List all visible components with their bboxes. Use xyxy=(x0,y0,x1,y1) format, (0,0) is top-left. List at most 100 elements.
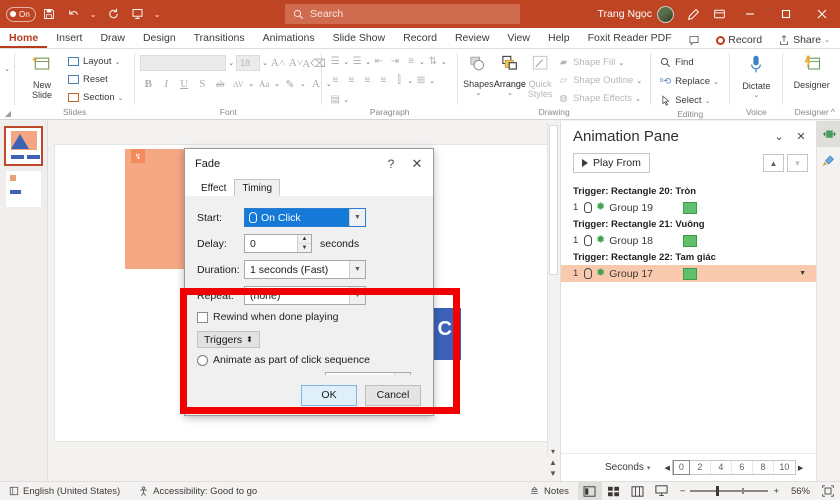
rewind-checkbox[interactable] xyxy=(197,311,208,323)
dialog-tab-timing[interactable]: Timing xyxy=(234,179,281,196)
vertical-scrollbar-thumb[interactable] xyxy=(549,125,558,275)
section-button[interactable]: Section ⌄ xyxy=(64,89,127,106)
dialog-close-icon[interactable]: ✕ xyxy=(404,151,430,177)
clipboard-dialog-launcher[interactable]: ◢ xyxy=(5,109,11,118)
tab-home[interactable]: Home xyxy=(0,28,48,48)
align-right-icon[interactable]: ≡ xyxy=(359,73,375,88)
reset-button[interactable]: Reset xyxy=(64,71,127,88)
format-painter-rail-icon[interactable] xyxy=(817,147,840,173)
animation-list-item[interactable]: 1 ✹ Group 19 xyxy=(561,199,816,216)
font-name-chevron-down-icon[interactable]: ⌄ xyxy=(228,59,234,67)
font-size-input[interactable]: 18 xyxy=(236,55,261,71)
fit-slide-to-window-button[interactable] xyxy=(816,482,840,500)
zoom-out-button[interactable]: − xyxy=(680,486,686,497)
collapse-ribbon-icon[interactable]: ^ xyxy=(831,107,835,117)
tab-design[interactable]: Design xyxy=(134,28,185,48)
animation-list-item[interactable]: 1 ✹ Group 18 xyxy=(561,232,816,249)
minimize-button[interactable] xyxy=(732,0,768,28)
section-chevron-down-icon[interactable]: ⌄ xyxy=(118,94,124,102)
replace-chevron-down-icon[interactable]: ⌄ xyxy=(713,78,719,86)
slide-animation-tag[interactable]: ↯ xyxy=(131,149,145,163)
search-input[interactable]: Search xyxy=(285,4,520,24)
strikethrough-button[interactable]: ab xyxy=(212,76,228,92)
tab-help[interactable]: Help xyxy=(539,28,579,48)
ribbon-display-options-icon[interactable] xyxy=(706,0,732,28)
tab-review[interactable]: Review xyxy=(446,28,498,48)
start-presentation-icon[interactable] xyxy=(126,3,148,25)
animation-list-item-selected[interactable]: 1 ✹ Group 17 ▼ xyxy=(561,265,816,282)
slideshow-view-button[interactable] xyxy=(650,482,674,500)
record-button[interactable]: Record xyxy=(710,33,768,47)
close-button[interactable] xyxy=(804,0,840,28)
shape-effects-chevron-down-icon[interactable]: ⌄ xyxy=(635,95,641,103)
animation-timeline-bar[interactable] xyxy=(683,201,697,214)
play-from-button[interactable]: Play From xyxy=(573,153,650,173)
clipboard-chevron-down-icon[interactable]: ⌄ xyxy=(4,65,10,73)
find-button[interactable]: Find xyxy=(656,54,696,71)
radio-animate-click-sequence-row[interactable]: Animate as part of click sequence xyxy=(197,354,421,366)
start-chevron-down-icon[interactable]: ▼ xyxy=(349,209,365,226)
slide-thumbnail-2[interactable] xyxy=(6,171,41,207)
move-earlier-button[interactable]: ▲ xyxy=(763,154,784,172)
share-button[interactable]: Share ⌄ xyxy=(772,33,836,47)
comments-button[interactable] xyxy=(682,34,706,47)
text-shadow-button[interactable]: S xyxy=(194,76,210,92)
accessibility-status[interactable]: Accessibility: Good to go xyxy=(129,486,266,497)
justify-icon[interactable]: ≡ xyxy=(375,73,391,88)
animation-pane-rail-icon[interactable] xyxy=(817,121,840,147)
highlight-chevron-down-icon[interactable]: ⌄ xyxy=(300,80,306,88)
clear-formatting-icon[interactable]: A⌫ xyxy=(302,55,326,71)
columns-icon[interactable]: ⫿ xyxy=(391,73,407,88)
zoom-slider[interactable] xyxy=(690,486,769,496)
seconds-dropdown[interactable]: Seconds ▾ xyxy=(605,462,650,473)
undo-dropdown-icon[interactable]: ⌄ xyxy=(86,3,100,25)
cancel-button[interactable]: Cancel xyxy=(365,384,421,406)
line-spacing-icon[interactable]: ≡ xyxy=(403,54,419,69)
tab-transitions[interactable]: Transitions xyxy=(185,28,254,48)
customize-qat-icon[interactable]: ⌄ xyxy=(150,3,164,25)
numbering-icon[interactable]: ☰ xyxy=(349,54,365,69)
change-case-chevron-down-icon[interactable]: ⌄ xyxy=(274,80,280,88)
bold-button[interactable]: B xyxy=(140,76,156,92)
tab-foxit-reader-pdf[interactable]: Foxit Reader PDF xyxy=(579,28,681,48)
font-size-chevron-down-icon[interactable]: ⌄ xyxy=(262,59,268,67)
align-left-icon[interactable]: ≡ xyxy=(327,73,343,88)
arrange-button[interactable]: Arrange ⌄ xyxy=(494,52,526,98)
delay-increase-icon[interactable]: ▲ xyxy=(298,235,311,244)
duration-dropdown[interactable]: 1 seconds (Fast) ▼ xyxy=(244,260,366,279)
previous-slide-icon[interactable]: ▲ xyxy=(547,457,559,468)
text-direction-chevron-down-icon[interactable]: ⌄ xyxy=(441,58,447,66)
dialog-tab-effect[interactable]: Effect xyxy=(193,179,234,196)
tab-view[interactable]: View xyxy=(498,28,539,48)
text-direction-icon[interactable]: ⇅ xyxy=(425,54,441,69)
maximize-button[interactable] xyxy=(768,0,804,28)
tab-record[interactable]: Record xyxy=(394,28,446,48)
shape-outline-chevron-down-icon[interactable]: ⌄ xyxy=(636,77,642,85)
smartart-chevron-down-icon[interactable]: ⌄ xyxy=(343,96,349,104)
share-chevron-down-icon[interactable]: ⌄ xyxy=(824,36,830,44)
dictate-button[interactable]: Dictate ⌄ xyxy=(735,52,777,100)
shape-effects-button[interactable]: ◍ Shape Effects ⌄ xyxy=(554,90,645,107)
layout-chevron-down-icon[interactable]: ⌄ xyxy=(115,58,121,66)
quick-styles-button[interactable]: Quick Styles xyxy=(526,52,554,100)
layout-button[interactable]: Layout ⌄ xyxy=(64,53,127,70)
ok-button[interactable]: OK xyxy=(301,384,357,406)
align-text-icon[interactable]: ⊞ xyxy=(413,73,429,88)
move-later-button[interactable]: ▼ xyxy=(787,154,808,172)
increase-font-size-icon[interactable]: A˄ xyxy=(270,55,286,71)
change-case-icon[interactable]: Aa xyxy=(256,76,272,92)
timeline-scroll-left-icon[interactable]: ◀ xyxy=(664,464,669,472)
shape-fill-button[interactable]: ▰ Shape Fill ⌄ xyxy=(554,54,645,71)
start-dropdown[interactable]: On Click ▼ xyxy=(244,208,366,227)
align-center-icon[interactable]: ≡ xyxy=(343,73,359,88)
tab-slide-show[interactable]: Slide Show xyxy=(324,28,395,48)
redo-icon[interactable] xyxy=(102,3,124,25)
new-slide-button[interactable]: New Slide xyxy=(20,52,64,101)
animation-pane-close-icon[interactable]: ✕ xyxy=(790,125,812,147)
shape-outline-button[interactable]: ▱ Shape Outline ⌄ xyxy=(554,72,645,89)
italic-button[interactable]: I xyxy=(158,76,174,92)
replace-button[interactable]: ᵇ⟲ Replace ⌄ xyxy=(656,73,722,90)
avatar[interactable] xyxy=(657,5,674,23)
save-icon[interactable] xyxy=(38,3,60,25)
underline-button[interactable]: U xyxy=(176,76,192,92)
